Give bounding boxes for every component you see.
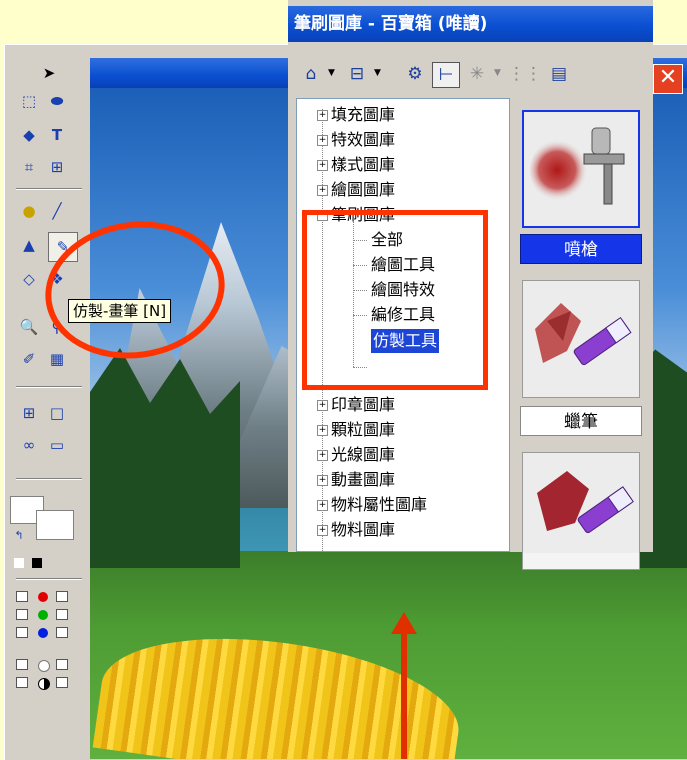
- plus-icon[interactable]: [56, 591, 68, 602]
- brightness-control[interactable]: [12, 658, 78, 672]
- crayon-icon: [523, 281, 639, 397]
- toolbox-separator: [16, 578, 82, 580]
- library-manager-icon[interactable]: ⚙: [402, 62, 428, 86]
- background-color-swatch[interactable]: [36, 510, 74, 540]
- tree-item-label: 印章圖庫: [331, 395, 396, 414]
- contrast-control[interactable]: [12, 676, 78, 690]
- default-black-swatch[interactable]: [32, 558, 42, 568]
- expand-icon[interactable]: +: [317, 450, 328, 461]
- library-home-icon[interactable]: ⌂: [298, 62, 324, 86]
- plus-icon[interactable]: [56, 677, 68, 688]
- chevron-down-icon[interactable]: ▼: [374, 68, 381, 78]
- default-white-swatch[interactable]: [14, 558, 24, 568]
- crayon-icon: [523, 453, 639, 553]
- library-title[interactable]: 筆刷圖庫 - 百寶箱 (唯讀): [288, 6, 653, 42]
- plus-icon[interactable]: [56, 659, 68, 670]
- airbrush-icon: [524, 112, 638, 226]
- preview-label[interactable]: 蠟筆: [520, 406, 642, 436]
- green-channel-control[interactable]: [12, 608, 78, 622]
- pointer-icon[interactable]: ➤: [38, 62, 60, 84]
- eraser-icon[interactable]: ◇: [18, 268, 40, 290]
- expand-icon[interactable]: +: [317, 110, 328, 121]
- chevron-down-icon[interactable]: ▼: [494, 68, 501, 78]
- chevron-down-icon[interactable]: ▼: [328, 68, 335, 78]
- close-icon[interactable]: ✕: [653, 64, 683, 94]
- pencil-icon[interactable]: ✐: [18, 348, 40, 370]
- brightness-icon: [38, 660, 50, 672]
- shape-icon[interactable]: ⬬: [46, 90, 68, 112]
- crayon-thumbnail-2[interactable]: [522, 452, 640, 570]
- tree-item-label: 動畫圖庫: [331, 470, 396, 489]
- drawer-icon[interactable]: ⊟: [344, 62, 370, 86]
- tree-item-label: 樣式圖庫: [331, 155, 396, 174]
- expand-icon[interactable]: +: [317, 185, 328, 196]
- large-icons-icon[interactable]: ⋮⋮: [508, 62, 542, 86]
- crayon-thumbnail[interactable]: [522, 280, 640, 398]
- tree-item-label: 物料圖庫: [331, 520, 396, 539]
- flower-bed: [92, 618, 468, 759]
- expand-icon[interactable]: +: [317, 425, 328, 436]
- cleanup-icon[interactable]: ✳: [464, 62, 490, 86]
- tree-item-label: 特效圖庫: [331, 130, 396, 149]
- tree-item-label: 物料屬性圖庫: [331, 495, 428, 514]
- brush-icon[interactable]: ╱: [46, 200, 68, 222]
- table-icon[interactable]: ⊞: [18, 402, 40, 424]
- tree-item-label: 顆粒圖庫: [331, 420, 396, 439]
- expand-icon[interactable]: +: [317, 525, 328, 536]
- red-channel-control[interactable]: [12, 590, 78, 604]
- tree-item-label: 填充圖庫: [331, 105, 396, 124]
- tree-item-label: 光線圖庫: [331, 445, 396, 464]
- highlight-box: [302, 210, 488, 390]
- expand-icon[interactable]: +: [317, 500, 328, 511]
- library-toolbar: ⌂ ▼ ⊟ ▼ ⚙ ⊢ ✳ ▼ ⋮⋮ ▤: [290, 56, 651, 92]
- blue-channel-control[interactable]: [12, 626, 78, 640]
- toolbox-separator: [16, 386, 82, 388]
- pointer-arrow-head: [391, 612, 417, 634]
- blue-channel-icon: [38, 628, 48, 638]
- text-icon[interactable]: T: [46, 124, 68, 146]
- toolbox-separator: [16, 188, 82, 190]
- expand-icon[interactable]: +: [317, 135, 328, 146]
- stamp-icon[interactable]: ▲: [18, 234, 40, 256]
- details-view-icon[interactable]: ▤: [546, 62, 572, 86]
- pointer-arrow: [401, 630, 407, 759]
- glasses-icon[interactable]: ∞: [18, 434, 40, 456]
- crop-select-icon[interactable]: ⬚: [18, 90, 40, 112]
- toolbox-separator: [16, 478, 82, 480]
- red-channel-icon: [38, 592, 48, 602]
- green-channel-icon: [38, 610, 48, 620]
- expand-icon[interactable]: +: [317, 400, 328, 411]
- minus-icon[interactable]: [16, 609, 28, 620]
- contrast-icon: [38, 678, 50, 690]
- frame-icon[interactable]: □: [46, 402, 68, 424]
- tree-view-icon[interactable]: ⊢: [432, 62, 460, 88]
- minus-icon[interactable]: [16, 659, 28, 670]
- tool-tooltip: 仿製-畫筆 [N]: [68, 299, 172, 323]
- paint-icon[interactable]: ●: [18, 200, 40, 222]
- preview-label-selected[interactable]: 噴槍: [520, 234, 642, 264]
- plus-icon[interactable]: [56, 609, 68, 620]
- airbrush-thumbnail[interactable]: [522, 110, 640, 228]
- swap-colors-icon[interactable]: ↰: [8, 524, 30, 546]
- app: ➤ ⬚ ⬬ ◆ T ⌗ ⊞ ● ╱ ▲ ✎ ◇ ❖ 🔍 ⚲ ✐ ▦ ⊞ □ ∞ …: [0, 0, 687, 760]
- expand-icon[interactable]: +: [317, 160, 328, 171]
- zoom-icon[interactable]: 🔍: [18, 316, 40, 338]
- fill-icon[interactable]: ◆: [18, 124, 40, 146]
- expand-icon[interactable]: +: [317, 475, 328, 486]
- ruler-icon[interactable]: ▭: [46, 434, 68, 456]
- minus-icon[interactable]: [16, 677, 28, 688]
- plus-icon[interactable]: [56, 627, 68, 638]
- grid-icon[interactable]: ▦: [46, 348, 68, 370]
- tree-item-label: 繪圖圖庫: [331, 180, 396, 199]
- straighten-icon[interactable]: ⊞: [46, 156, 68, 178]
- minus-icon[interactable]: [16, 627, 28, 638]
- toolbox: ➤ ⬚ ⬬ ◆ T ⌗ ⊞ ● ╱ ▲ ✎ ◇ ❖ 🔍 ⚲ ✐ ▦ ⊞ □ ∞ …: [8, 58, 86, 758]
- transform-icon[interactable]: ⌗: [18, 156, 40, 178]
- preview-pane: 噴槍 蠟筆: [512, 98, 651, 570]
- minus-icon[interactable]: [16, 591, 28, 602]
